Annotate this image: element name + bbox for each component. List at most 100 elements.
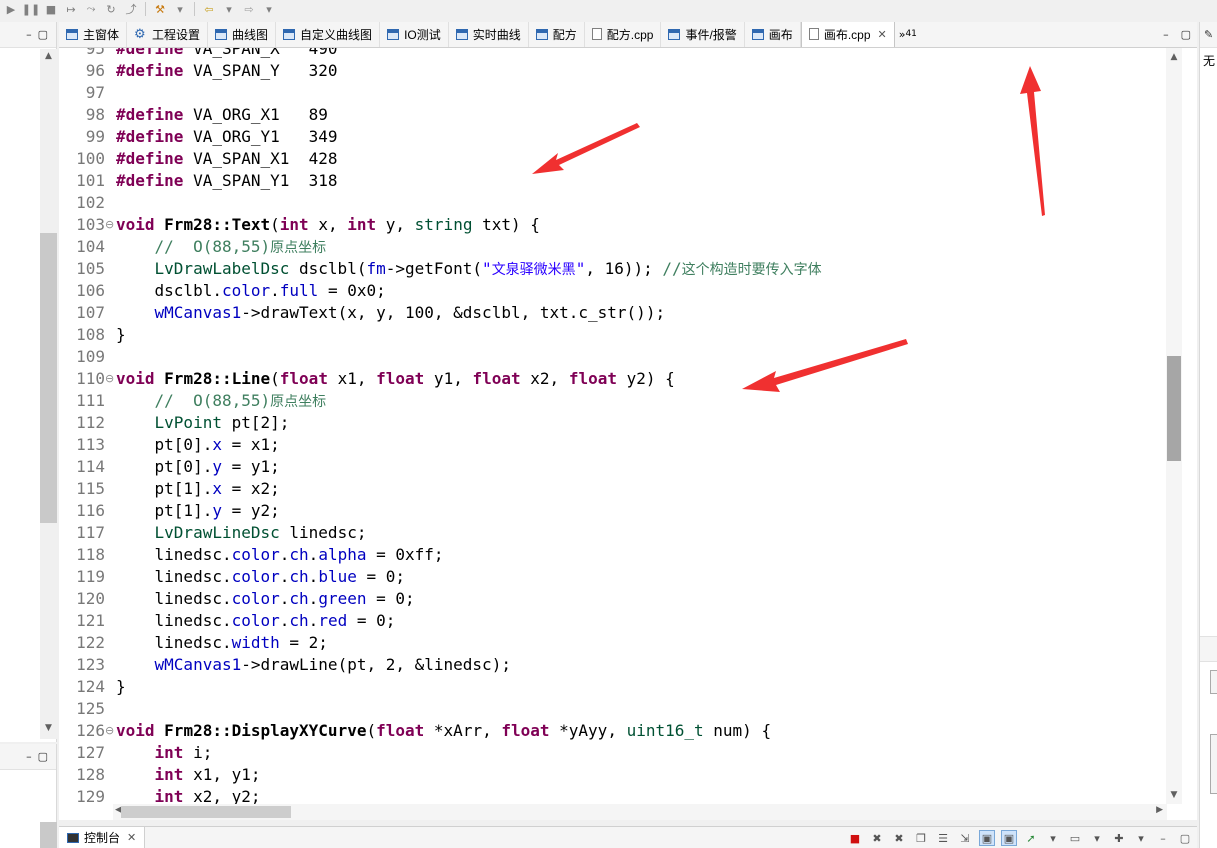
close-icon[interactable]: ✕ xyxy=(878,28,887,41)
stop-icon[interactable]: ■ xyxy=(42,1,60,17)
code-line[interactable]: 106 dsclbl.color.full = 0x0; xyxy=(59,280,1167,302)
tab-0[interactable]: 主窗体 xyxy=(59,22,128,47)
code-line[interactable]: 95 #define VA_SPAN_X 490 xyxy=(59,48,1167,60)
left-lower-scrollbar[interactable] xyxy=(40,822,57,848)
scroll-right-icon[interactable]: ▶ xyxy=(1156,805,1163,815)
code-line[interactable]: 112 LvPoint pt[2]; xyxy=(59,412,1167,434)
code-line[interactable]: 125 xyxy=(59,698,1167,720)
code-line[interactable]: 119 linedsc.color.ch.blue = 0; xyxy=(59,566,1167,588)
right-panel-control[interactable] xyxy=(1210,734,1217,794)
step-icon[interactable]: ↦ xyxy=(62,1,80,17)
scroll-up-icon[interactable]: ▲ xyxy=(40,51,57,65)
tab-10[interactable]: 画布.cpp ✕ xyxy=(800,22,895,47)
dropdown-icon[interactable]: ▾ xyxy=(1133,830,1149,846)
code-line[interactable]: 117 LvDrawLineDsc linedsc; xyxy=(59,522,1167,544)
tab-1[interactable]: ⚙ 工程设置 xyxy=(127,22,209,47)
tab-9[interactable]: 画布 xyxy=(745,22,801,47)
minimize-icon[interactable]: – xyxy=(26,28,32,41)
debug-icon[interactable]: ⤳ xyxy=(82,1,100,17)
word-wrap-icon[interactable]: ⇲ xyxy=(957,830,973,846)
refresh-icon[interactable]: ↻ xyxy=(102,1,120,17)
tab-8[interactable]: 事件/报警 xyxy=(661,22,745,47)
scroll-down-icon[interactable]: ▼ xyxy=(40,723,57,737)
fold-toggle-icon[interactable]: ⊖ xyxy=(105,368,116,390)
display-selected-icon[interactable]: ▣ xyxy=(1001,830,1017,846)
open-console-icon[interactable]: ➚ xyxy=(1023,830,1039,846)
dropdown-icon[interactable]: ▾ xyxy=(1089,830,1105,846)
scroll-thumb[interactable] xyxy=(1167,356,1181,461)
new-console-icon[interactable]: ✚ xyxy=(1111,830,1127,846)
left-panel-scrollbar[interactable]: ▲ ▼ xyxy=(40,49,57,739)
fold-toggle-icon[interactable]: ⊖ xyxy=(105,214,116,236)
dropdown-icon[interactable]: ▾ xyxy=(1045,830,1061,846)
minimize-icon[interactable]: – xyxy=(1155,830,1171,846)
tab-console[interactable]: 控制台 ✕ xyxy=(59,826,146,848)
code-line[interactable]: 128 int x1, y1; xyxy=(59,764,1167,786)
copy-icon[interactable]: ❐ xyxy=(913,830,929,846)
dropdown-icon[interactable]: ▾ xyxy=(171,1,189,17)
tab-2[interactable]: 曲线图 xyxy=(208,22,277,47)
tab-5[interactable]: 实时曲线 xyxy=(449,22,529,47)
scroll-thumb[interactable] xyxy=(40,233,57,523)
close-icon[interactable]: ✕ xyxy=(127,831,136,844)
code-line[interactable]: 127 int i; xyxy=(59,742,1167,764)
code-line[interactable]: 104 // O(88,55)原点坐标 xyxy=(59,236,1167,258)
minimize-icon[interactable]: – xyxy=(1163,28,1169,41)
code-line[interactable]: 116 pt[1].y = y2; xyxy=(59,500,1167,522)
editor-vertical-scrollbar[interactable]: ▲ ▼ xyxy=(1166,48,1182,804)
pin-icon[interactable]: ▣ xyxy=(979,830,995,846)
maximize-icon[interactable]: ▢ xyxy=(1177,830,1193,846)
code-line[interactable]: 126⊖ void Frm28::DisplayXYCurve(float *xA… xyxy=(59,720,1167,742)
right-panel-control[interactable] xyxy=(1210,670,1217,694)
back-icon[interactable]: ⇦ xyxy=(200,1,218,17)
dropdown-icon[interactable]: ▾ xyxy=(220,1,238,17)
remove-icon[interactable]: ✖ xyxy=(869,830,885,846)
code-line[interactable]: 124} xyxy=(59,676,1167,698)
forward-icon[interactable]: ⇨ xyxy=(240,1,258,17)
tab-6[interactable]: 配方 xyxy=(529,22,585,47)
code-line[interactable]: 107 wMCanvas1->drawText(x, y, 100, &dscl… xyxy=(59,302,1167,324)
code-line[interactable]: 110⊖ void Frm28::Line(float x1, float y1,… xyxy=(59,368,1167,390)
code-token: green xyxy=(318,589,367,608)
maximize-icon[interactable]: ▢ xyxy=(38,28,48,41)
code-line[interactable]: 113 pt[0].x = x1; xyxy=(59,434,1167,456)
maximize-icon[interactable]: ▢ xyxy=(1181,28,1191,41)
code-line[interactable]: 115 pt[1].x = x2; xyxy=(59,478,1167,500)
editor-horizontal-scrollbar[interactable]: ◀ ▶ xyxy=(113,804,1167,820)
play-icon[interactable]: ▶ xyxy=(2,1,20,17)
code-line[interactable]: 97 xyxy=(59,82,1167,104)
pause-icon[interactable]: ❚❚ xyxy=(22,1,40,17)
code-token: = x1; xyxy=(221,435,280,454)
code-line[interactable]: 123 wMCanvas1->drawLine(pt, 2, &linedsc)… xyxy=(59,654,1167,676)
code-line[interactable]: 120 linedsc.color.ch.green = 0; xyxy=(59,588,1167,610)
dropdown-icon[interactable]: ▾ xyxy=(260,1,278,17)
tab-overflow-button[interactable]: » 41 xyxy=(895,22,921,47)
wrench-icon[interactable]: ⚒ xyxy=(151,1,169,17)
code-line[interactable]: 109 xyxy=(59,346,1167,368)
code-line[interactable]: 114 pt[0].y = y1; xyxy=(59,456,1167,478)
code-line[interactable]: 96 #define VA_SPAN_Y 320 xyxy=(59,60,1167,82)
tab-7[interactable]: 配方.cpp xyxy=(585,22,662,47)
code-line[interactable]: 121 linedsc.color.ch.red = 0; xyxy=(59,610,1167,632)
code-line[interactable]: 105 LvDrawLabelDsc dsclbl(fm->getFont("文… xyxy=(59,258,1167,280)
scroll-lock-icon[interactable]: ☰ xyxy=(935,830,951,846)
monitor-icon[interactable]: ▭ xyxy=(1067,830,1083,846)
maximize-icon[interactable]: ▢ xyxy=(38,750,48,763)
code-line[interactable]: 108} xyxy=(59,324,1167,346)
code-line[interactable]: 102 xyxy=(59,192,1167,214)
code-line[interactable]: 122 linedsc.width = 2; xyxy=(59,632,1167,654)
scroll-up-icon[interactable]: ▲ xyxy=(1166,52,1182,62)
code-line[interactable]: 103⊖ void Frm28::Text(int x, int y, strin… xyxy=(59,214,1167,236)
tab-3[interactable]: 自定义曲线图 xyxy=(276,22,381,47)
scroll-down-icon[interactable]: ▼ xyxy=(1166,790,1182,800)
stop-icon[interactable]: ■ xyxy=(847,830,863,846)
code-line[interactable]: 111 // O(88,55)原点坐标 xyxy=(59,390,1167,412)
scroll-thumb[interactable] xyxy=(121,806,291,818)
pencil-icon[interactable]: ✎ xyxy=(1204,28,1213,41)
code-line[interactable]: 118 linedsc.color.ch.alpha = 0xff; xyxy=(59,544,1167,566)
tab-4[interactable]: IO测试 xyxy=(380,22,449,47)
minimize-icon[interactable]: – xyxy=(26,750,32,763)
settings-icon[interactable]: ⤴ xyxy=(122,1,140,17)
fold-toggle-icon[interactable]: ⊖ xyxy=(105,720,116,742)
clear-all-icon[interactable]: ✖ xyxy=(891,830,907,846)
